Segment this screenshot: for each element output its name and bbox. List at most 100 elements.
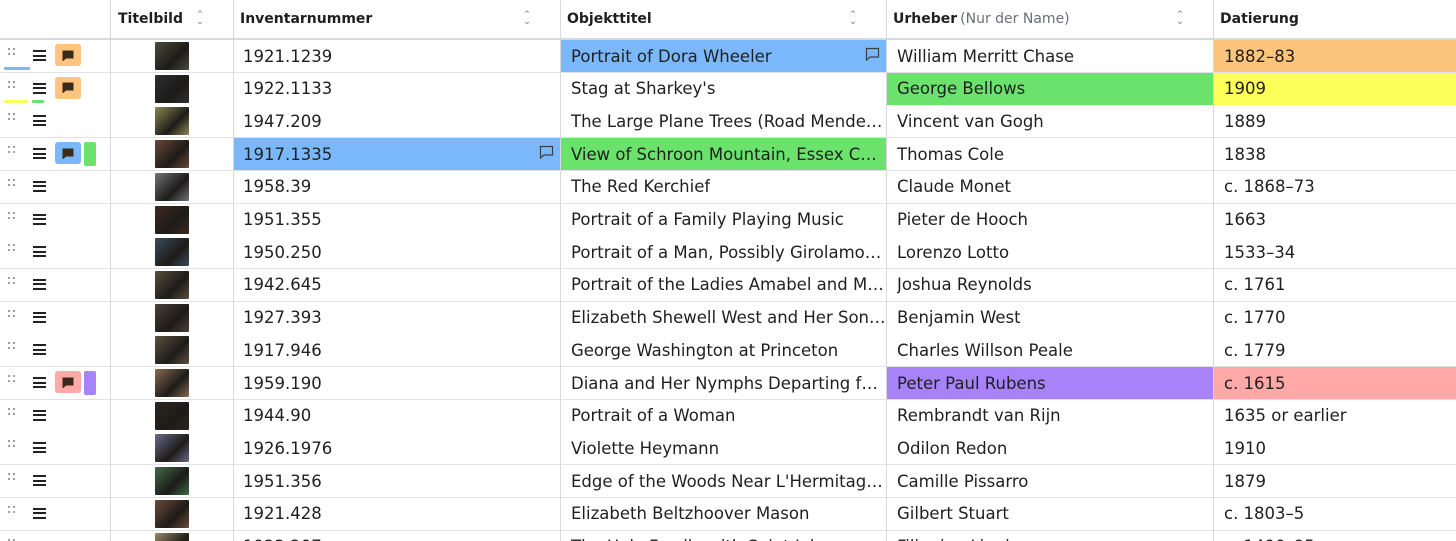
creator-cell[interactable]: Thomas Cole — [887, 138, 1214, 172]
table-row[interactable]: 1917.946 George Washington at Princeton Ch… — [0, 334, 1456, 368]
column-header-urheber[interactable]: Urheber (Nur der Name) ⌃ ⌄ — [887, 0, 1214, 38]
date-cell[interactable]: c. 1803–5 — [1214, 498, 1456, 531]
date-cell[interactable]: 1910 — [1214, 432, 1456, 466]
artwork-thumbnail[interactable] — [155, 270, 189, 299]
row-menu-icon[interactable] — [33, 377, 46, 388]
table-row[interactable]: 1950.250 Portrait of a Man, Possibly Giro… — [0, 236, 1456, 270]
inventory-cell[interactable]: 1917.946 — [234, 334, 561, 368]
creator-cell[interactable]: Joshua Reynolds — [887, 268, 1214, 302]
inventory-cell[interactable]: 1921.1239 — [234, 40, 561, 73]
creator-cell[interactable]: William Merritt Chase — [887, 40, 1214, 73]
sort-icon[interactable]: ⌃ ⌄ — [848, 11, 858, 28]
table-row[interactable]: 1922.207 The Holy Family with Saint John F… — [0, 530, 1456, 541]
artwork-thumbnail[interactable] — [155, 42, 189, 70]
inventory-cell[interactable]: 1947.209 — [234, 105, 561, 139]
column-header-datierung[interactable]: Datierung — [1214, 0, 1456, 38]
comment-icon[interactable] — [55, 142, 81, 165]
sort-icon[interactable]: ⌃ ⌄ — [522, 11, 532, 28]
artwork-thumbnail[interactable] — [155, 107, 189, 136]
inventory-cell[interactable]: 1927.393 — [234, 301, 561, 335]
creator-cell[interactable]: Camille Pissarro — [887, 465, 1214, 499]
date-cell[interactable]: 1663 — [1214, 204, 1456, 237]
row-menu-icon[interactable] — [33, 442, 46, 454]
date-cell[interactable]: 1838 — [1214, 138, 1456, 172]
inventory-cell[interactable]: 1922.1133 — [234, 72, 561, 106]
drag-handle-icon[interactable] — [8, 113, 16, 121]
artwork-thumbnail[interactable] — [155, 434, 189, 463]
title-cell[interactable]: The Holy Family with Saint John — [561, 530, 887, 541]
artwork-thumbnail[interactable] — [155, 74, 189, 103]
table-row[interactable]: 1917.1335 View of Schroon Mountain, Essex… — [0, 138, 1456, 172]
column-header-objekttitel[interactable]: Objekttitel ⌃ ⌄ — [561, 0, 887, 38]
artwork-thumbnail[interactable] — [155, 205, 189, 234]
date-cell[interactable]: c. 1770 — [1214, 302, 1456, 335]
creator-cell[interactable]: Rembrandt van Rijn — [887, 399, 1214, 433]
title-cell[interactable]: Edge of the Woods Near L'Hermitage, Pont… — [561, 465, 887, 499]
creator-cell[interactable]: Odilon Redon — [887, 432, 1214, 466]
drag-handle-icon[interactable] — [8, 178, 16, 187]
table-row[interactable]: 1921.428 Elizabeth Beltzhoover Mason Gilbe… — [0, 497, 1456, 531]
title-cell[interactable]: Portrait of Dora Wheeler — [561, 40, 887, 73]
artwork-thumbnail[interactable] — [155, 532, 189, 541]
title-cell[interactable]: Elizabeth Beltzhoover Mason — [561, 497, 887, 531]
drag-handle-icon[interactable] — [8, 146, 16, 154]
comment-icon[interactable] — [55, 76, 81, 99]
sort-icon[interactable]: ⌃ ⌄ — [1175, 11, 1185, 28]
inventory-cell[interactable]: 1922.207 — [234, 530, 561, 541]
inventory-cell[interactable]: 1959.190 — [234, 367, 561, 400]
table-row[interactable]: 1944.90 Portrait of a Woman Rembrandt van … — [0, 399, 1456, 433]
title-cell[interactable]: George Washington at Princeton — [561, 334, 887, 368]
inventory-cell[interactable]: 1951.355 — [234, 203, 561, 237]
artwork-thumbnail[interactable] — [155, 172, 189, 201]
inventory-cell[interactable]: 1944.90 — [234, 399, 561, 433]
inventory-cell[interactable]: 1921.428 — [234, 497, 561, 531]
creator-cell[interactable]: Gilbert Stuart — [887, 497, 1214, 531]
table-row[interactable]: 1922.1133 Stag at Sharkey's George Bellows… — [0, 72, 1456, 106]
drag-handle-icon[interactable] — [8, 473, 16, 481]
creator-cell[interactable]: Pieter de Hooch — [887, 203, 1214, 237]
comment-icon[interactable] — [55, 371, 81, 393]
table-row[interactable]: 1942.645 Portrait of the Ladies Amabel an… — [0, 268, 1456, 302]
artwork-thumbnail[interactable] — [155, 401, 189, 430]
title-cell[interactable]: Stag at Sharkey's — [561, 72, 887, 106]
row-menu-icon[interactable] — [33, 311, 46, 323]
artwork-thumbnail[interactable] — [155, 140, 189, 169]
date-cell[interactable]: c. 1868–73 — [1214, 171, 1456, 204]
inventory-cell[interactable]: 1950.250 — [234, 236, 561, 270]
creator-cell[interactable]: Charles Willson Peale — [887, 334, 1214, 368]
drag-handle-icon[interactable] — [8, 211, 16, 220]
table-row[interactable]: 1927.393 Elizabeth Shewell West and Her S… — [0, 301, 1456, 335]
column-header-inventarnummer[interactable]: Inventarnummer ⌃ ⌄ — [234, 0, 561, 38]
comment-icon[interactable] — [55, 44, 81, 66]
creator-cell[interactable]: Lorenzo Lotto — [887, 236, 1214, 270]
date-cell[interactable]: c. 1761 — [1214, 269, 1456, 302]
date-cell[interactable]: c. 1490–95 — [1214, 531, 1456, 541]
comment-outline-icon[interactable] — [539, 144, 554, 160]
table-row[interactable]: 1958.39 The Red Kerchief Claude Monet c. 18… — [0, 170, 1456, 204]
artwork-thumbnail[interactable] — [155, 336, 189, 365]
drag-handle-icon[interactable] — [8, 80, 16, 89]
table-row[interactable]: 1947.209 The Large Plane Trees (Road Mend… — [0, 105, 1456, 139]
title-cell[interactable]: Elizabeth Shewell West and Her Son, Raph… — [561, 301, 887, 335]
row-menu-icon[interactable] — [33, 50, 46, 61]
title-cell[interactable]: Portrait of a Woman — [561, 399, 887, 433]
drag-handle-icon[interactable] — [8, 407, 16, 416]
drag-handle-icon[interactable] — [8, 375, 16, 383]
row-menu-icon[interactable] — [33, 409, 46, 421]
table-row[interactable]: 1959.190 Diana and Her Nymphs Departing f… — [0, 367, 1456, 400]
date-cell[interactable]: c. 1779 — [1214, 334, 1456, 368]
creator-cell[interactable]: Peter Paul Rubens — [887, 367, 1214, 400]
title-cell[interactable]: Diana and Her Nymphs Departing for the H… — [561, 367, 887, 400]
title-cell[interactable]: The Red Kerchief — [561, 170, 887, 204]
artwork-thumbnail[interactable] — [155, 369, 189, 397]
title-cell[interactable]: View of Schroon Mountain, Essex County, … — [561, 138, 887, 172]
artwork-thumbnail[interactable] — [155, 499, 189, 528]
date-cell[interactable]: 1879 — [1214, 465, 1456, 499]
creator-cell[interactable]: Filippino Lippi — [887, 530, 1214, 541]
drag-handle-icon[interactable] — [8, 440, 16, 448]
creator-cell[interactable]: Benjamin West — [887, 301, 1214, 335]
drag-handle-icon[interactable] — [8, 276, 16, 285]
row-menu-icon[interactable] — [33, 278, 46, 290]
date-cell[interactable]: 1882–83 — [1214, 40, 1456, 73]
sort-icon[interactable]: ⌃ ⌄ — [195, 11, 205, 28]
